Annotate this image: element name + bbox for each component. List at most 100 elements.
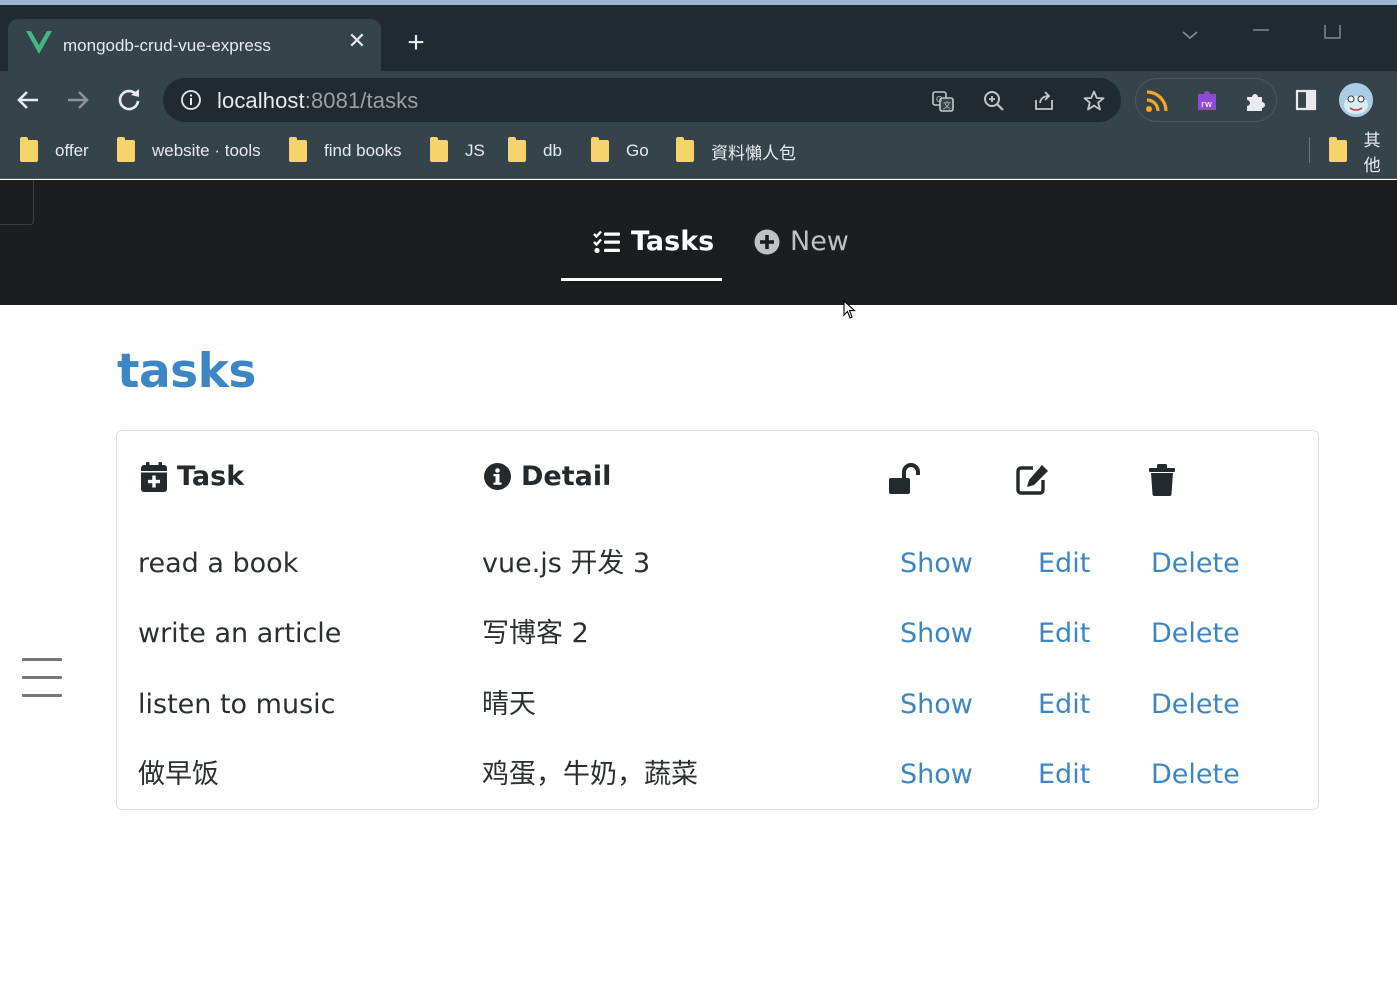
zoom-icon[interactable] (982, 89, 1006, 113)
nav-new-label: New (790, 226, 849, 257)
tab-search-icon[interactable] (1178, 25, 1202, 45)
extensions-group: rw (1135, 78, 1277, 122)
edit-link[interactable]: Edit (1038, 680, 1090, 730)
rw-extension-icon[interactable]: rw (1194, 88, 1220, 114)
bookmark-label: find books (324, 141, 402, 160)
bookmark-folder-other[interactable]: 其他 (1329, 131, 1397, 175)
task-detail: 晴天 (482, 689, 536, 720)
bookmark-star-icon[interactable] (1082, 89, 1106, 113)
delete-link[interactable]: Delete (1151, 539, 1240, 589)
trash-icon (1149, 464, 1175, 496)
svg-text:G: G (936, 95, 942, 104)
folder-icon (117, 137, 135, 162)
profile-avatar-icon (1339, 83, 1373, 117)
folder-icon (430, 137, 448, 162)
task-name: listen to music (138, 689, 336, 720)
delete-link[interactable]: Delete (1151, 750, 1240, 800)
url-host: localhost (217, 88, 305, 113)
tasks-list-icon (593, 230, 620, 253)
task-name: write an article (138, 618, 342, 649)
nav-tasks-link[interactable]: Tasks (561, 180, 722, 281)
edit-icon (1016, 465, 1048, 495)
url-text: localhost:8081/tasks (217, 88, 418, 114)
navbar-corner-box (0, 180, 34, 225)
page-title: tasks (117, 344, 256, 399)
bookmark-folder-go[interactable]: Go (591, 137, 649, 163)
show-link[interactable]: Show (900, 750, 973, 800)
header-task: Task (141, 461, 244, 492)
rss-extension-icon[interactable] (1144, 88, 1170, 114)
bookmark-label: website · tools (152, 141, 261, 160)
tab-strip: mongodb-crud-vue-express ✕ + (0, 5, 1397, 71)
bookmark-label: db (543, 141, 562, 160)
folder-icon (1329, 137, 1347, 162)
bookmarks-bar: offer website · tools find books JS db G… (0, 129, 1397, 179)
header-task-label: Task (177, 461, 245, 492)
show-link[interactable]: Show (900, 539, 973, 589)
table-row: read a book vue.js 开发 3 Show Edit Delete (117, 539, 1318, 589)
bookmark-label: 其他 (1363, 131, 1381, 175)
bookmark-folder-website-tools[interactable]: website · tools (117, 137, 261, 163)
bookmark-label: offer (55, 141, 89, 160)
back-icon[interactable] (14, 86, 42, 114)
nav-new-link[interactable]: New (748, 180, 858, 281)
folder-icon (508, 137, 526, 162)
forward-icon[interactable] (64, 86, 92, 114)
header-detail: Detail (484, 461, 611, 492)
folder-icon (289, 137, 307, 162)
bookmark-folder-js[interactable]: JS (430, 137, 485, 163)
table-row: write an article 写博客 2 Show Edit Delete (117, 609, 1318, 659)
header-detail-label: Detail (521, 461, 612, 492)
share-icon[interactable] (1032, 89, 1056, 113)
task-detail: 写博客 2 (482, 618, 589, 649)
edit-link[interactable]: Edit (1038, 539, 1090, 589)
tab-close-icon[interactable]: ✕ (346, 30, 368, 52)
show-link[interactable]: Show (900, 609, 973, 659)
maximize-icon[interactable] (1321, 25, 1345, 45)
plus-circle-icon (754, 229, 780, 254)
folder-icon (591, 137, 609, 162)
translate-icon[interactable]: G文 (931, 89, 955, 113)
bookmark-label: 資料懶人包 (711, 143, 796, 163)
delete-link[interactable]: Delete (1151, 609, 1240, 659)
table-row: 做早饭 鸡蛋，牛奶，蔬菜 Show Edit Delete (117, 750, 1318, 800)
vue-favicon-icon (26, 31, 52, 54)
info-circle-icon (484, 463, 511, 490)
profile-avatar[interactable] (1339, 83, 1373, 117)
svg-text:rw: rw (1201, 100, 1212, 110)
tasks-table: Task Detail read a book vue.js 开发 3 Show… (116, 430, 1319, 810)
bookmark-label: JS (465, 141, 485, 160)
folder-icon (676, 137, 694, 162)
bookmark-folder-db[interactable]: db (508, 137, 562, 163)
unlock-icon (889, 463, 920, 494)
bookmark-folder-data-pack[interactable]: 資料懶人包 (676, 137, 796, 163)
tab-title: mongodb-crud-vue-express (63, 36, 271, 55)
minimize-icon[interactable] (1249, 25, 1273, 45)
bookmark-folder-offer[interactable]: offer (20, 137, 89, 163)
edit-link[interactable]: Edit (1038, 750, 1090, 800)
task-name: read a book (138, 548, 299, 579)
bookmark-folder-find-books[interactable]: find books (289, 137, 402, 163)
browser-tab[interactable]: mongodb-crud-vue-express ✕ (8, 19, 381, 71)
edit-link[interactable]: Edit (1038, 609, 1090, 659)
mouse-cursor-icon (843, 300, 856, 319)
app-navbar: Tasks New (0, 180, 1397, 305)
hamburger-menu-icon[interactable] (22, 658, 62, 698)
delete-link[interactable]: Delete (1151, 680, 1240, 730)
reload-icon[interactable] (115, 86, 143, 114)
extensions-puzzle-icon[interactable] (1243, 88, 1269, 114)
site-info-icon[interactable] (180, 89, 202, 111)
bookmark-label: Go (626, 141, 649, 160)
address-bar[interactable]: localhost:8081/tasks G文 (163, 78, 1121, 122)
task-name: 做早饭 (138, 759, 219, 790)
browser-toolbar: localhost:8081/tasks G文 rw (0, 71, 1397, 129)
new-tab-icon[interactable]: + (402, 28, 430, 58)
task-detail: vue.js 开发 3 (482, 548, 651, 579)
bookmark-separator (1309, 137, 1310, 163)
url-path: :8081/tasks (304, 88, 419, 113)
calendar-plus-icon (141, 461, 167, 492)
table-row: listen to music 晴天 Show Edit Delete (117, 680, 1318, 730)
show-link[interactable]: Show (900, 680, 973, 730)
side-panel-icon[interactable] (1295, 89, 1317, 111)
task-detail: 鸡蛋，牛奶，蔬菜 (482, 759, 698, 790)
